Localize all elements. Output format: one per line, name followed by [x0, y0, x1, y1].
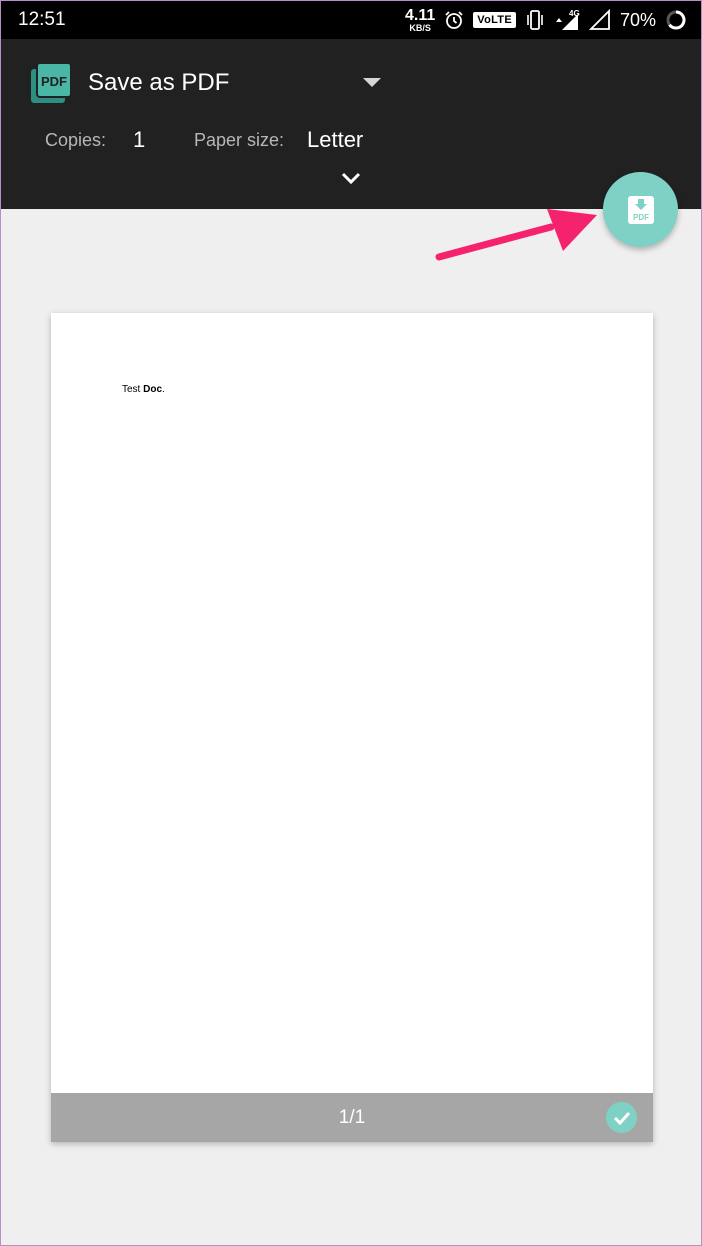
battery-percent: 70%: [619, 9, 656, 30]
check-icon: [613, 1111, 630, 1125]
network-speed: 4.11 KB/S: [405, 6, 436, 33]
page-footer: 1/1: [51, 1093, 653, 1142]
page-indicator: 1/1: [338, 1107, 366, 1128]
svg-text:4G: 4G: [569, 9, 580, 18]
print-options-header: PDF Save as PDF Copies: 1 Paper size: Le…: [1, 39, 701, 209]
signal-icon: [588, 9, 610, 30]
save-pdf-button[interactable]: PDF: [603, 172, 678, 247]
signal-4g-icon: 4G: [555, 9, 580, 30]
document-text: Test Doc.: [122, 384, 165, 395]
status-time: 12:51: [18, 9, 66, 30]
status-icons: 4.11 KB/S VoLTE 4G 70%: [405, 5, 687, 35]
paper-size-value[interactable]: Letter: [307, 127, 363, 153]
alarm-icon: [445, 11, 463, 29]
page-select-checkbox[interactable]: [606, 1102, 637, 1133]
pdf-download-icon: PDF: [627, 195, 654, 224]
page-preview[interactable]: Test Doc. 1/1: [51, 313, 653, 1142]
status-bar: 12:51 4.11 KB/S VoLTE 4G 70%: [1, 1, 701, 39]
svg-text:PDF: PDF: [41, 74, 67, 89]
copies-label: Copies:: [45, 130, 107, 150]
svg-text:PDF: PDF: [633, 213, 649, 222]
pdf-printer-icon: PDF: [31, 62, 72, 103]
printer-dropdown-icon[interactable]: [363, 78, 381, 88]
copies-value[interactable]: 1: [133, 127, 145, 153]
battery-icon: [666, 10, 686, 30]
printer-name[interactable]: Save as PDF: [88, 69, 229, 97]
volte-badge: VoLTE: [473, 12, 516, 28]
paper-size-label: Paper size:: [194, 130, 285, 150]
vibrate-icon: [527, 10, 543, 30]
chevron-down-icon[interactable]: [340, 171, 362, 185]
annotation-arrow: [435, 209, 597, 261]
